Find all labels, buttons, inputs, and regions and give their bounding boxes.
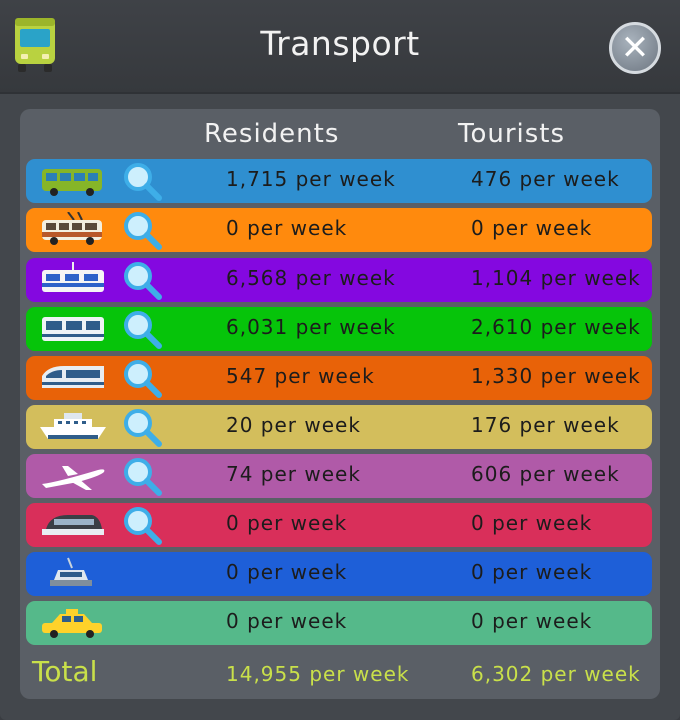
- magnifier-icon[interactable]: [121, 209, 163, 251]
- trolleybus-residents-value: 0 per week: [226, 216, 348, 240]
- metro-residents-value: 6,031 per week: [226, 315, 396, 339]
- trolleybus-tourists-value: 0 per week: [471, 216, 593, 240]
- taxi-icon: [42, 609, 102, 638]
- tram-tourists-value: 1,104 per week: [471, 266, 641, 290]
- bus-tourists-value: 476 per week: [471, 167, 620, 191]
- monorail-tourists-value: 0 per week: [471, 511, 593, 535]
- magnifier-icon[interactable]: [121, 455, 163, 497]
- close-icon: ✕: [620, 28, 650, 68]
- airplane-residents-value: 74 per week: [226, 462, 361, 486]
- magnifier-icon[interactable]: [121, 357, 163, 399]
- close-button[interactable]: ✕: [609, 22, 661, 74]
- row-airplane: 74 per week 606 per week: [26, 454, 652, 498]
- bus-residents-value: 1,715 per week: [226, 167, 396, 191]
- cable-car-residents-value: 0 per week: [226, 560, 348, 584]
- airplane-tourists-value: 606 per week: [471, 462, 620, 486]
- taxi-tourists-value: 0 per week: [471, 609, 593, 633]
- train-residents-value: 547 per week: [226, 364, 375, 388]
- total-label: Total: [32, 655, 98, 688]
- title-bar[interactable]: Transport ✕: [0, 0, 680, 94]
- row-cable-car: 0 per week 0 per week: [26, 552, 652, 596]
- train-icon: [42, 366, 104, 388]
- taxi-residents-value: 0 per week: [226, 609, 348, 633]
- ship-tourists-value: 176 per week: [471, 413, 620, 437]
- magnifier-icon[interactable]: [121, 406, 163, 448]
- monorail-residents-value: 0 per week: [226, 511, 348, 535]
- bus-icon: [42, 169, 102, 196]
- row-tram: 6,568 per week 1,104 per week: [26, 258, 652, 302]
- cable-car-tourists-value: 0 per week: [471, 560, 593, 584]
- row-metro: 6,031 per week 2,610 per week: [26, 307, 652, 351]
- row-train: 547 per week 1,330 per week: [26, 356, 652, 400]
- monorail-icon: [42, 515, 104, 535]
- ship-icon: [40, 413, 106, 439]
- total-tourists-value: 6,302 per week: [471, 662, 641, 686]
- tram-icon: [42, 262, 104, 292]
- total-residents-value: 14,955 per week: [226, 662, 410, 686]
- residents-header: Residents: [204, 119, 340, 149]
- magnifier-icon[interactable]: [121, 259, 163, 301]
- tourists-header: Tourists: [458, 119, 566, 149]
- airplane-icon: [42, 466, 105, 490]
- row-bus: 1,715 per week 476 per week: [26, 159, 652, 203]
- row-taxi: 0 per week 0 per week: [26, 601, 652, 645]
- tram-residents-value: 6,568 per week: [226, 266, 396, 290]
- row-trolleybus: 0 per week 0 per week: [26, 208, 652, 252]
- row-monorail: 0 per week 0 per week: [26, 503, 652, 547]
- train-tourists-value: 1,330 per week: [471, 364, 641, 388]
- transport-window: Transport ✕ Residents Tourists 1,715 per…: [0, 0, 680, 720]
- row-ship: 20 per week 176 per week: [26, 405, 652, 449]
- cable-car-icon: [50, 557, 92, 586]
- magnifier-icon[interactable]: [121, 308, 163, 350]
- window-title: Transport: [260, 24, 420, 63]
- trolleybus-icon: [42, 212, 102, 245]
- metro-tourists-value: 2,610 per week: [471, 315, 641, 339]
- ship-residents-value: 20 per week: [226, 413, 361, 437]
- magnifier-icon[interactable]: [121, 504, 163, 546]
- magnifier-icon[interactable]: [121, 160, 163, 202]
- metro-icon: [42, 317, 104, 341]
